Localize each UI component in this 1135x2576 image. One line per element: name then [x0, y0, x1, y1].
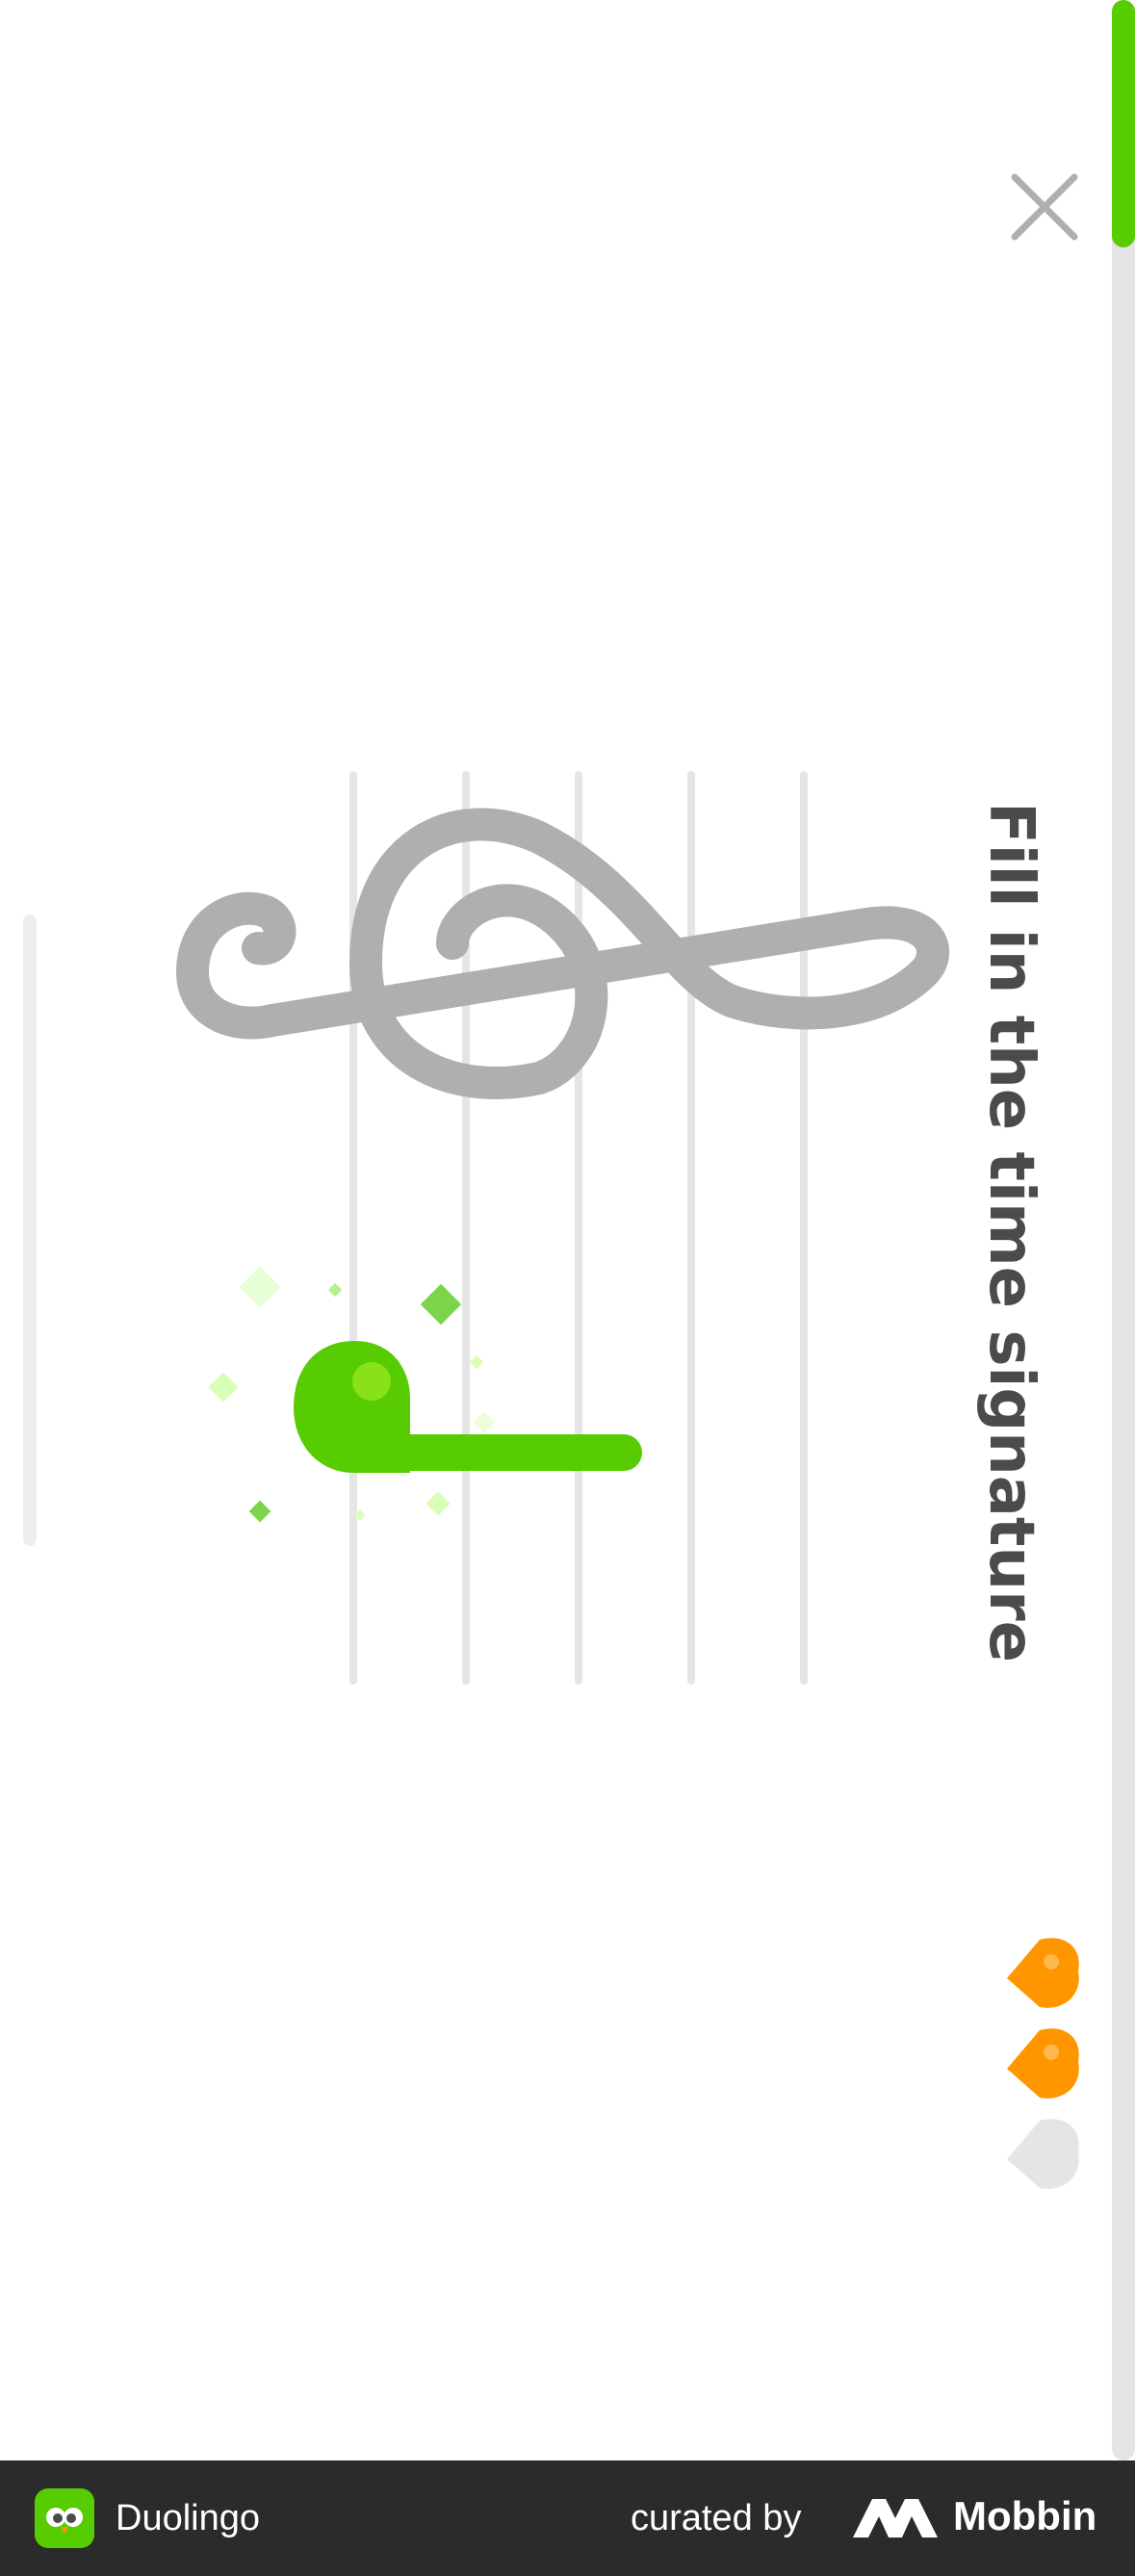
duolingo-logo-icon — [35, 2488, 94, 2548]
footer-brand: Mobbin — [953, 2493, 1097, 2538]
lesson-screen: Fill in the time signature — [0, 0, 1135, 2460]
music-staff[interactable] — [0, 0, 1135, 2460]
note-drag-handle[interactable] — [294, 1341, 642, 1473]
footer-curated-by: curated by — [631, 2498, 802, 2538]
treble-clef-icon — [176, 808, 949, 1099]
mobbin-logo-icon — [853, 2499, 938, 2537]
staff-lines — [349, 771, 808, 1685]
footer-app-name: Duolingo — [116, 2498, 260, 2538]
